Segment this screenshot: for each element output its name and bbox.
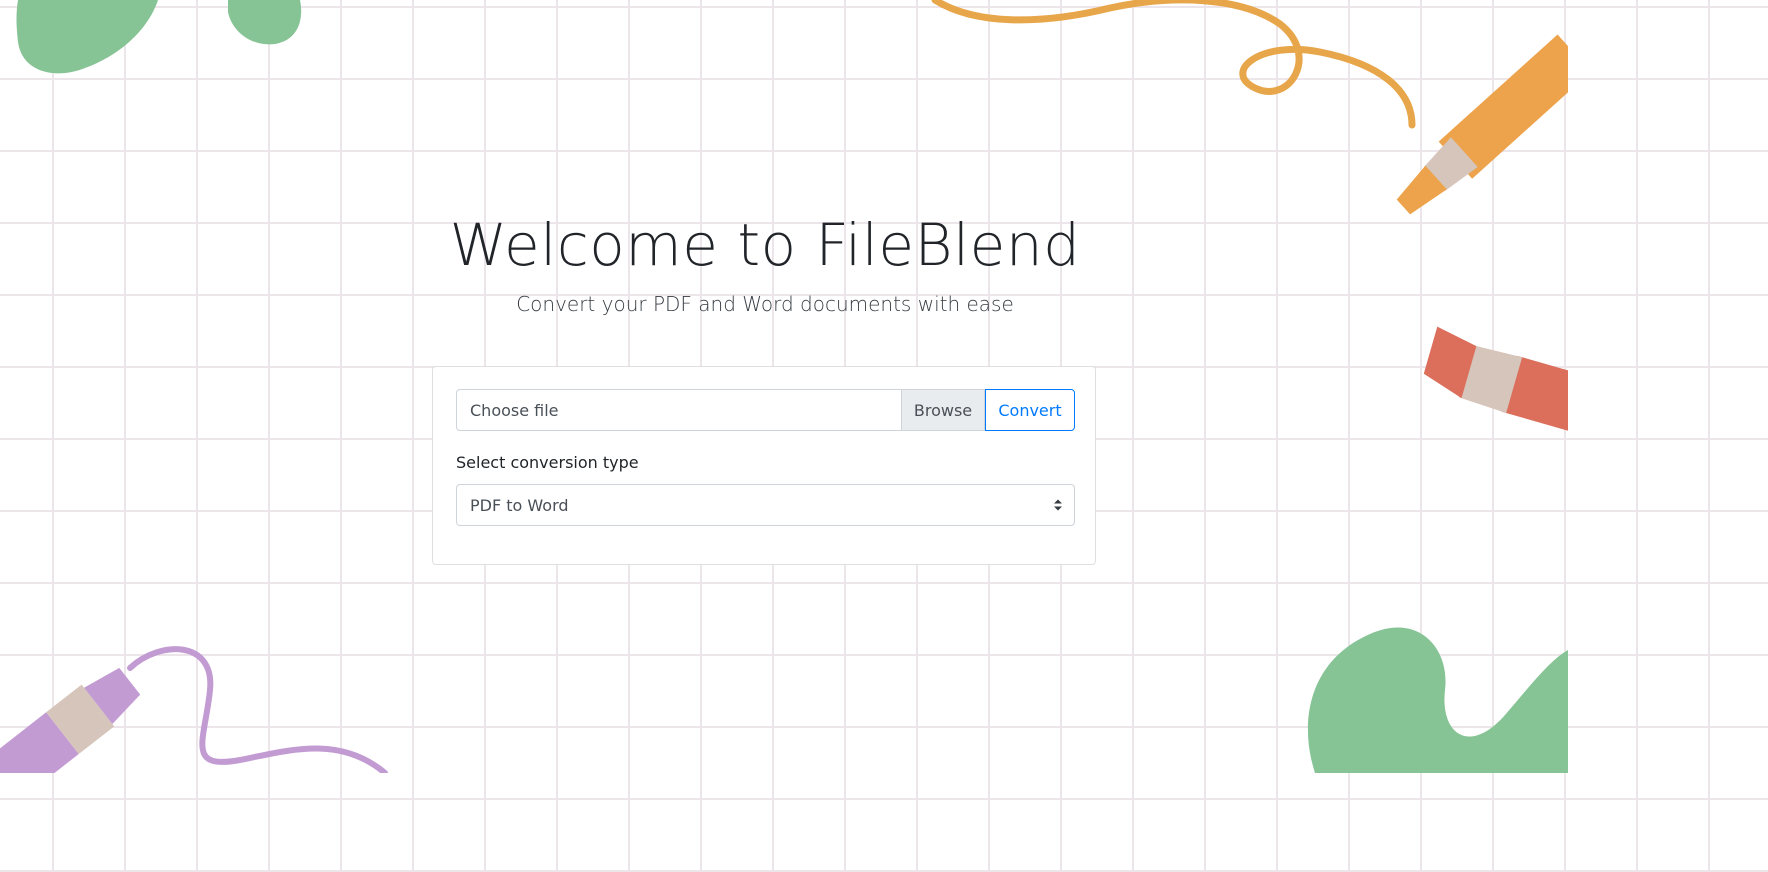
page-subtitle: Convert your PDF and Word documents with… [516, 292, 1014, 316]
browse-button[interactable]: Browse [901, 389, 985, 431]
red-marker [1423, 326, 1568, 437]
conversion-card: Choose file Browse Convert Select conver… [432, 366, 1096, 565]
page-title: Welcome to FileBlend [449, 211, 1081, 279]
conversion-type-label: Select conversion type [456, 453, 639, 472]
green-blob-bottom-right [1307, 627, 1568, 773]
orange-marker [1396, 34, 1568, 215]
conversion-type-select[interactable]: PDF to Word [456, 484, 1075, 526]
select-arrows-icon [1054, 499, 1062, 511]
conversion-type-value: PDF to Word [470, 495, 569, 515]
green-blob-small-top-left [228, 0, 302, 45]
orange-squiggle-top [931, 0, 1416, 129]
file-input-placeholder: Choose file [470, 400, 559, 420]
convert-button[interactable]: Convert [985, 389, 1075, 431]
purple-marker [0, 667, 141, 773]
hero-section: Welcome to FileBlend Convert your PDF an… [0, 208, 1530, 316]
file-input-group: Choose file Browse Convert [456, 389, 1075, 431]
green-blob-top-left [16, 0, 158, 74]
file-input[interactable]: Choose file [456, 389, 901, 431]
purple-squiggle [127, 646, 388, 773]
